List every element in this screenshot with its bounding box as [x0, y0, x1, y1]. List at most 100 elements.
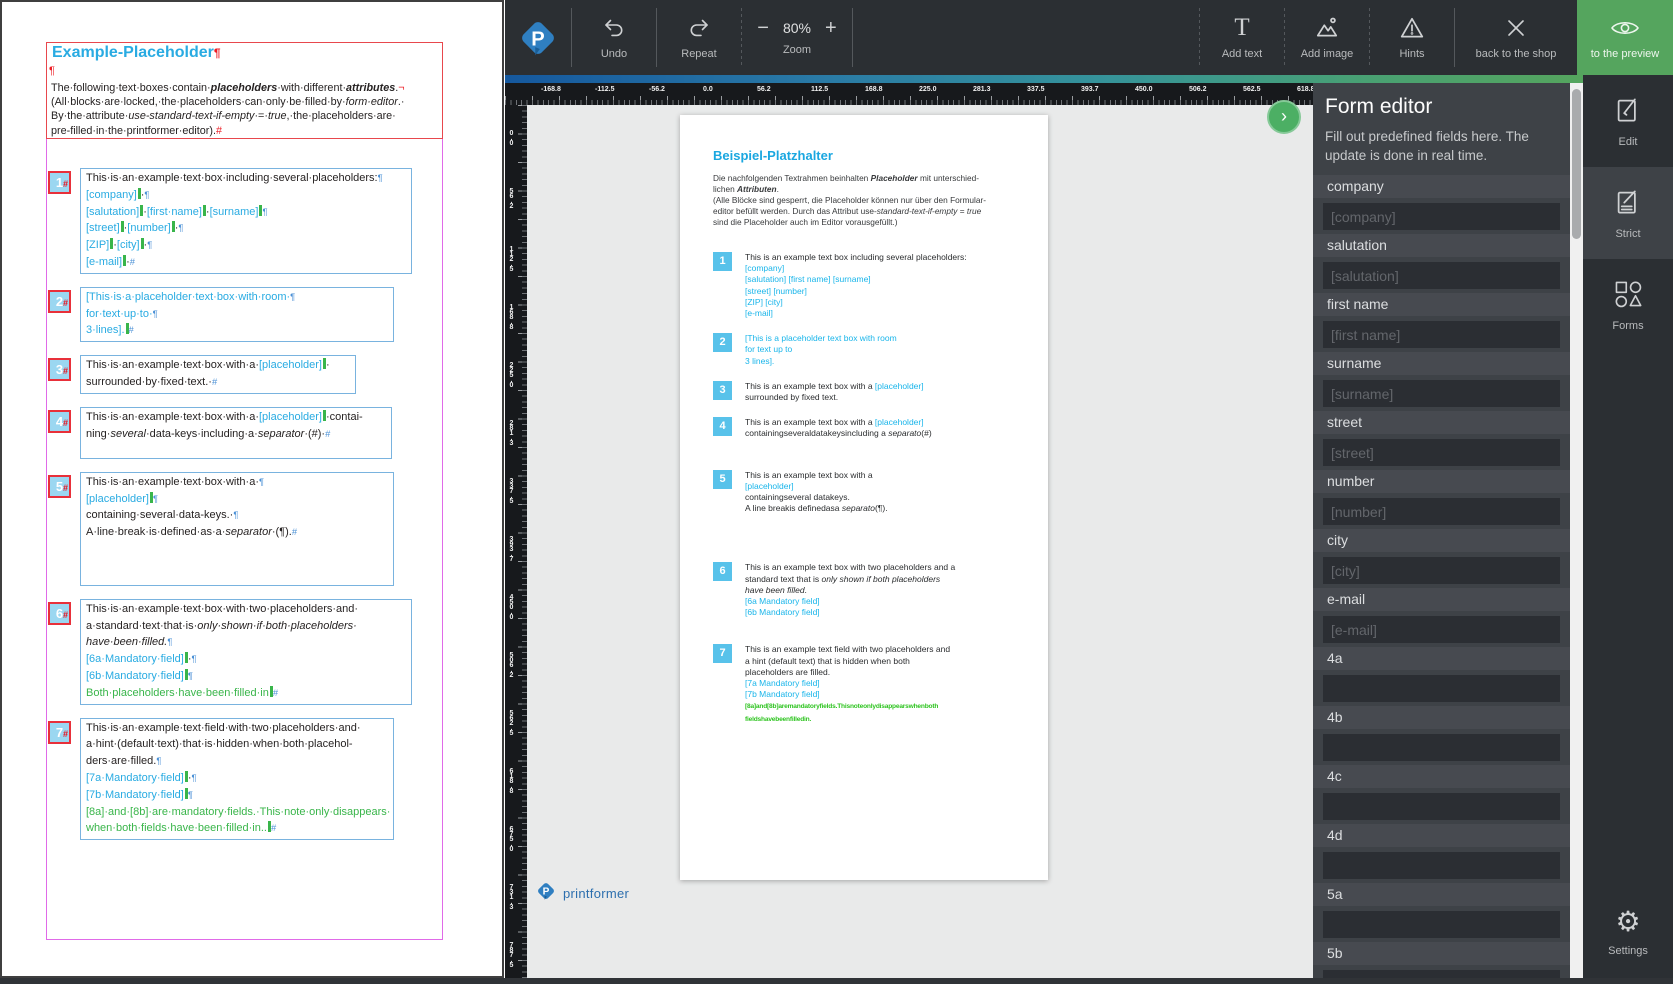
text-line: This is an example text box with two pla…: [745, 562, 956, 573]
text-line: for text up to: [745, 344, 793, 355]
source-doc-title: Example-Placeholder¶: [52, 44, 221, 61]
svg-text:P: P: [543, 887, 550, 898]
text-line: pre-filled·in·the·printformer·editor).#: [51, 124, 223, 137]
ruler-tick-label: 168.8: [508, 304, 515, 329]
to-the-preview-button[interactable]: to the preview: [1577, 0, 1673, 75]
back-to-shop-button[interactable]: back to the shop: [1455, 0, 1577, 75]
text-line: surrounded by fixed text.: [745, 392, 839, 403]
field-label-first-name: first name: [1313, 293, 1570, 316]
printformer-logo-icon[interactable]: P: [505, 0, 571, 75]
field-input-number[interactable]: [1323, 498, 1560, 525]
accent-gradient-bar: [505, 75, 1583, 83]
text-line: have·been·filled.¶: [86, 636, 173, 649]
text-line: containingseveral datakeys.: [745, 492, 850, 503]
form-field: 5b: [1313, 942, 1570, 978]
add-text-button[interactable]: T Add text: [1200, 0, 1284, 75]
sidebar-item-edit[interactable]: Edit: [1583, 75, 1673, 167]
ruler-tick-label: 168.8: [865, 86, 883, 93]
field-input-4b[interactable]: [1323, 734, 1560, 761]
form-field: e-mail: [1313, 588, 1570, 647]
field-input-4d[interactable]: [1323, 852, 1560, 879]
add-image-button[interactable]: Add image: [1285, 0, 1369, 75]
form-field: company: [1313, 175, 1570, 234]
field-input-surname[interactable]: [1323, 380, 1560, 407]
text-frame-block[interactable]: 3 # This·is·an·example·text·box·with·a·[pl…: [48, 355, 444, 394]
scrollbar-thumb[interactable]: [1572, 89, 1581, 239]
text-line: [company] ·¶: [86, 187, 150, 201]
field-input-4c[interactable]: [1323, 793, 1560, 820]
field-input-5b[interactable]: [1323, 970, 1560, 978]
field-label-5a: 5a: [1313, 883, 1570, 906]
item-number-badge: 2: [713, 333, 732, 353]
ruler-tick-label: 562.5: [508, 710, 515, 735]
sidebar-item-settings[interactable]: ⚙ Settings: [1583, 886, 1673, 978]
item-number-badge: 5: [713, 469, 732, 489]
text-line: containingseveraldatakeysincluding a sep…: [745, 428, 932, 439]
text-line: This·is·an·example·text·box·with·two·pla…: [86, 602, 359, 615]
redo-icon: [687, 15, 711, 41]
close-icon: [1504, 15, 1528, 41]
text-line: a·hint·(default·text)·that·is·hidden·whe…: [86, 738, 353, 751]
sidebar-item-strict[interactable]: Strict: [1583, 167, 1673, 259]
text-frame-block[interactable]: 4 # This·is·an·example·text·box·with·a·[pl…: [48, 406, 444, 459]
field-input-4a[interactable]: [1323, 675, 1560, 702]
field-input-e-mail[interactable]: [1323, 616, 1560, 643]
form-field: 4a: [1313, 647, 1570, 706]
ruler-tick-label: 506.2: [508, 652, 515, 677]
ruler-tick-label: 618.8: [508, 768, 515, 793]
field-input-first-name[interactable]: [1323, 321, 1560, 348]
field-input-company[interactable]: [1323, 203, 1560, 230]
text-frame-block[interactable]: 6 # This·is·an·example·text·box·with·two·p…: [48, 598, 444, 705]
hash-mark: #: [62, 417, 68, 428]
field-label-salutation: salutation: [1313, 234, 1570, 257]
block-number-badge: 4 #: [48, 409, 71, 433]
field-input-wrap: [1313, 965, 1570, 978]
field-input-street[interactable]: [1323, 439, 1560, 466]
form-field: 4b: [1313, 706, 1570, 765]
field-label-4a: 4a: [1313, 647, 1570, 670]
item-number-badge: 1: [713, 252, 732, 271]
form-field: number: [1313, 470, 1570, 529]
text-line: have been filled.: [745, 584, 807, 595]
doc-item: 3 This is an example text box with a [pla…: [713, 380, 1038, 403]
text-frame-block[interactable]: 7 # This·is·an·example·text·field·with·two…: [48, 717, 444, 841]
field-label-4b: 4b: [1313, 706, 1570, 729]
field-label-surname: surname: [1313, 352, 1570, 375]
ruler-tick-label: 56.2: [508, 188, 515, 208]
text-line: [6a Mandatory field]: [745, 596, 820, 607]
document-page[interactable]: Beispiel-Platzhalter Die nachfolgenden T…: [680, 115, 1048, 880]
text-line: [e-mail]: [745, 308, 773, 319]
to-the-preview-label: to the preview: [1590, 48, 1660, 60]
text-line: placeholders are filled.: [745, 666, 831, 677]
item-number-badge: 4: [713, 417, 732, 437]
field-input-5a[interactable]: [1323, 911, 1560, 938]
form-field: 5a: [1313, 883, 1570, 942]
sidebar-item-forms[interactable]: Forms: [1583, 259, 1673, 351]
form-panel-scrollbar[interactable]: [1570, 83, 1583, 978]
text-frame-block[interactable]: 2 # [This·is·a·placeholder·text·box·with·r…: [48, 286, 444, 343]
zoom-in-button[interactable]: +: [825, 18, 837, 38]
ruler-tick-label: 112.5: [811, 86, 829, 93]
field-input-city[interactable]: [1323, 557, 1560, 584]
undo-button[interactable]: Undo: [572, 0, 656, 75]
text-frame-block[interactable]: 1 # This·is·an·example·text·box·including·…: [48, 168, 444, 274]
text-frame-block[interactable]: 5 # This·is·an·example·text·box·with·a·¶ [p…: [48, 471, 444, 586]
ruler-tick-label: -112.5: [595, 86, 615, 93]
block-number-badge: 7 #: [48, 720, 71, 744]
text-line: ning·several·data-keys·including·a·separ…: [86, 427, 331, 440]
field-label-e-mail: e-mail: [1313, 588, 1570, 611]
repeat-button[interactable]: Repeat: [657, 0, 741, 75]
text-line: when·both·fields·have·been·filled·in.. #: [86, 821, 277, 835]
form-field: street: [1313, 411, 1570, 470]
zoom-out-button[interactable]: −: [757, 18, 769, 38]
form-panel-collapse-button[interactable]: ›: [1267, 100, 1301, 134]
ruler-tick-label: 562.5: [1243, 86, 1261, 93]
doc-item: 5 This is an example text box with a [plac…: [713, 469, 1038, 515]
form-field: first name: [1313, 293, 1570, 352]
field-input-salutation[interactable]: [1323, 262, 1560, 289]
hints-button[interactable]: Hints: [1370, 0, 1454, 75]
text-frame: This·is·an·example·text·box·including·se…: [80, 168, 412, 274]
text-line: By·the·attribute·use-standard-text-if-em…: [51, 110, 396, 123]
svg-text:P: P: [531, 28, 544, 50]
text-line: a hint (default text) that is hidden whe…: [745, 655, 910, 666]
